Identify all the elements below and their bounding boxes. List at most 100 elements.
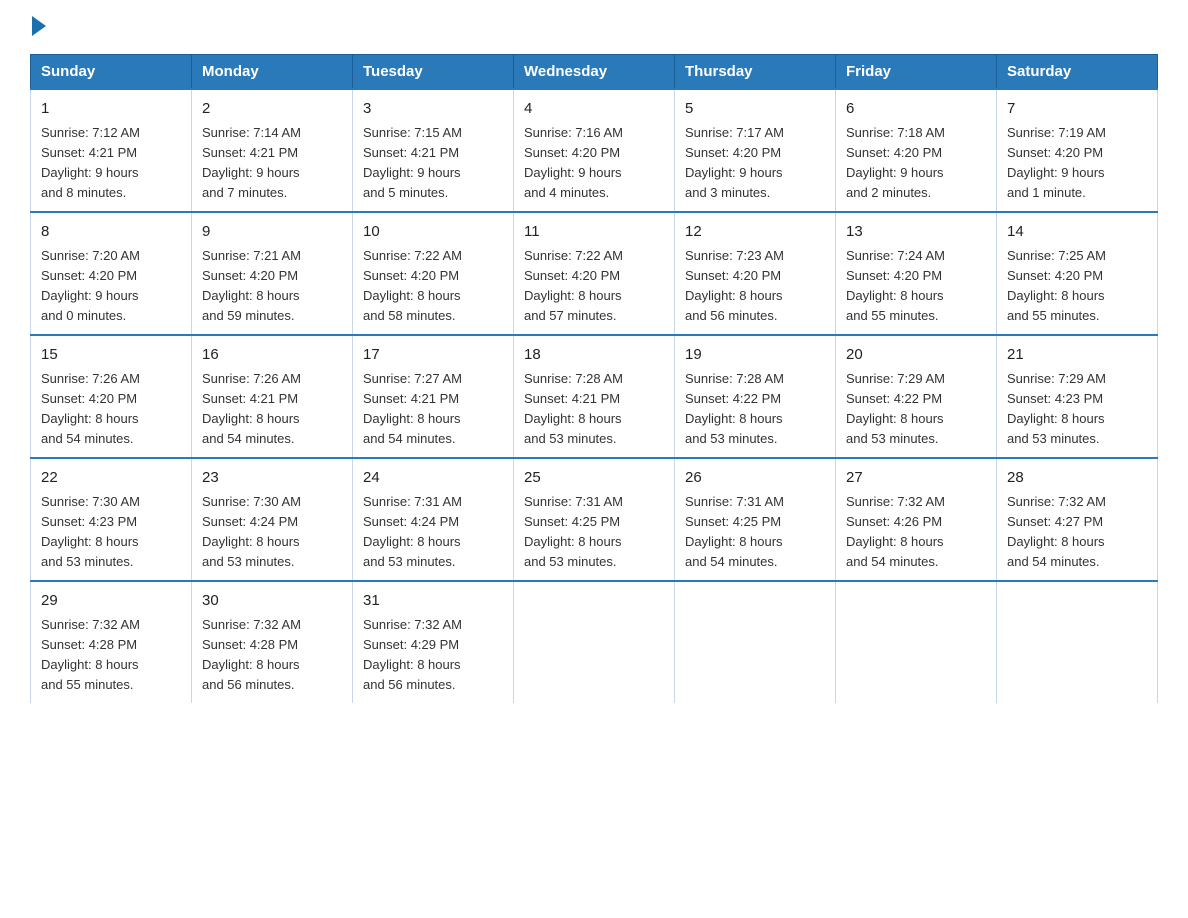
day-info: Sunrise: 7:24 AMSunset: 4:20 PMDaylight:… bbox=[846, 248, 945, 323]
week-row-3: 15 Sunrise: 7:26 AMSunset: 4:20 PMDayligh… bbox=[31, 335, 1158, 458]
day-number: 4 bbox=[524, 98, 664, 121]
day-info: Sunrise: 7:30 AMSunset: 4:23 PMDaylight:… bbox=[41, 494, 140, 569]
day-number: 21 bbox=[1007, 344, 1147, 367]
day-cell: 18 Sunrise: 7:28 AMSunset: 4:21 PMDayligh… bbox=[514, 335, 675, 458]
day-number: 1 bbox=[41, 98, 181, 121]
day-number: 10 bbox=[363, 221, 503, 244]
day-info: Sunrise: 7:25 AMSunset: 4:20 PMDaylight:… bbox=[1007, 248, 1106, 323]
day-info: Sunrise: 7:16 AMSunset: 4:20 PMDaylight:… bbox=[524, 125, 623, 200]
day-info: Sunrise: 7:32 AMSunset: 4:29 PMDaylight:… bbox=[363, 617, 462, 692]
day-cell: 28 Sunrise: 7:32 AMSunset: 4:27 PMDayligh… bbox=[997, 458, 1158, 581]
day-cell: 19Sunrise: 7:28 AMSunset: 4:22 PMDayligh… bbox=[675, 335, 836, 458]
day-cell: 8 Sunrise: 7:20 AMSunset: 4:20 PMDaylight… bbox=[31, 212, 192, 335]
day-number: 27 bbox=[846, 467, 986, 490]
day-number: 26 bbox=[685, 467, 825, 490]
day-cell: 26 Sunrise: 7:31 AMSunset: 4:25 PMDayligh… bbox=[675, 458, 836, 581]
day-info: Sunrise: 7:32 AMSunset: 4:27 PMDaylight:… bbox=[1007, 494, 1106, 569]
day-cell: 22 Sunrise: 7:30 AMSunset: 4:23 PMDayligh… bbox=[31, 458, 192, 581]
day-number: 11 bbox=[524, 221, 664, 244]
day-cell: 25 Sunrise: 7:31 AMSunset: 4:25 PMDayligh… bbox=[514, 458, 675, 581]
day-cell: 23Sunrise: 7:30 AMSunset: 4:24 PMDayligh… bbox=[192, 458, 353, 581]
day-info: Sunrise: 7:26 AMSunset: 4:20 PMDaylight:… bbox=[41, 371, 140, 446]
day-cell: 11 Sunrise: 7:22 AMSunset: 4:20 PMDayligh… bbox=[514, 212, 675, 335]
day-cell: 9 Sunrise: 7:21 AMSunset: 4:20 PMDaylight… bbox=[192, 212, 353, 335]
day-number: 17 bbox=[363, 344, 503, 367]
day-number: 16 bbox=[202, 344, 342, 367]
day-number: 22 bbox=[41, 467, 181, 490]
day-cell: 1 Sunrise: 7:12 AMSunset: 4:21 PMDaylight… bbox=[31, 89, 192, 212]
day-number: 3 bbox=[363, 98, 503, 121]
day-info: Sunrise: 7:32 AMSunset: 4:28 PMDaylight:… bbox=[41, 617, 140, 692]
day-info: Sunrise: 7:21 AMSunset: 4:20 PMDaylight:… bbox=[202, 248, 301, 323]
day-info: Sunrise: 7:26 AMSunset: 4:21 PMDaylight:… bbox=[202, 371, 301, 446]
day-number: 8 bbox=[41, 221, 181, 244]
header-row: SundayMondayTuesdayWednesdayThursdayFrid… bbox=[31, 55, 1158, 90]
header-cell-saturday: Saturday bbox=[997, 55, 1158, 90]
day-info: Sunrise: 7:19 AMSunset: 4:20 PMDaylight:… bbox=[1007, 125, 1106, 200]
day-number: 15 bbox=[41, 344, 181, 367]
day-number: 29 bbox=[41, 590, 181, 613]
day-number: 31 bbox=[363, 590, 503, 613]
day-number: 14 bbox=[1007, 221, 1147, 244]
day-info: Sunrise: 7:31 AMSunset: 4:24 PMDaylight:… bbox=[363, 494, 462, 569]
day-cell: 24 Sunrise: 7:31 AMSunset: 4:24 PMDayligh… bbox=[353, 458, 514, 581]
day-info: Sunrise: 7:32 AMSunset: 4:26 PMDaylight:… bbox=[846, 494, 945, 569]
day-info: Sunrise: 7:28 AMSunset: 4:21 PMDaylight:… bbox=[524, 371, 623, 446]
day-number: 7 bbox=[1007, 98, 1147, 121]
day-info: Sunrise: 7:20 AMSunset: 4:20 PMDaylight:… bbox=[41, 248, 140, 323]
day-cell: 16 Sunrise: 7:26 AMSunset: 4:21 PMDayligh… bbox=[192, 335, 353, 458]
day-number: 12 bbox=[685, 221, 825, 244]
day-cell: 4 Sunrise: 7:16 AMSunset: 4:20 PMDaylight… bbox=[514, 89, 675, 212]
day-cell: 12Sunrise: 7:23 AMSunset: 4:20 PMDayligh… bbox=[675, 212, 836, 335]
day-cell: 29 Sunrise: 7:32 AMSunset: 4:28 PMDayligh… bbox=[31, 581, 192, 703]
day-info: Sunrise: 7:17 AMSunset: 4:20 PMDaylight:… bbox=[685, 125, 784, 200]
day-cell: 2 Sunrise: 7:14 AMSunset: 4:21 PMDaylight… bbox=[192, 89, 353, 212]
day-info: Sunrise: 7:22 AMSunset: 4:20 PMDaylight:… bbox=[524, 248, 623, 323]
day-info: Sunrise: 7:14 AMSunset: 4:21 PMDaylight:… bbox=[202, 125, 301, 200]
day-number: 2 bbox=[202, 98, 342, 121]
header-cell-wednesday: Wednesday bbox=[514, 55, 675, 90]
day-cell: 13 Sunrise: 7:24 AMSunset: 4:20 PMDayligh… bbox=[836, 212, 997, 335]
page-header bbox=[30, 20, 1158, 36]
day-number: 24 bbox=[363, 467, 503, 490]
week-row-5: 29 Sunrise: 7:32 AMSunset: 4:28 PMDayligh… bbox=[31, 581, 1158, 703]
day-info: Sunrise: 7:31 AMSunset: 4:25 PMDaylight:… bbox=[685, 494, 784, 569]
day-info: Sunrise: 7:15 AMSunset: 4:21 PMDaylight:… bbox=[363, 125, 462, 200]
day-cell: 17Sunrise: 7:27 AMSunset: 4:21 PMDayligh… bbox=[353, 335, 514, 458]
day-cell: 7 Sunrise: 7:19 AMSunset: 4:20 PMDaylight… bbox=[997, 89, 1158, 212]
day-cell: 5 Sunrise: 7:17 AMSunset: 4:20 PMDaylight… bbox=[675, 89, 836, 212]
day-info: Sunrise: 7:12 AMSunset: 4:21 PMDaylight:… bbox=[41, 125, 140, 200]
day-cell: 10Sunrise: 7:22 AMSunset: 4:20 PMDayligh… bbox=[353, 212, 514, 335]
day-cell bbox=[514, 581, 675, 703]
day-info: Sunrise: 7:32 AMSunset: 4:28 PMDaylight:… bbox=[202, 617, 301, 692]
day-number: 25 bbox=[524, 467, 664, 490]
day-number: 13 bbox=[846, 221, 986, 244]
day-cell: 27 Sunrise: 7:32 AMSunset: 4:26 PMDayligh… bbox=[836, 458, 997, 581]
day-cell: 31 Sunrise: 7:32 AMSunset: 4:29 PMDayligh… bbox=[353, 581, 514, 703]
day-info: Sunrise: 7:29 AMSunset: 4:22 PMDaylight:… bbox=[846, 371, 945, 446]
calendar-header: SundayMondayTuesdayWednesdayThursdayFrid… bbox=[31, 55, 1158, 90]
day-number: 9 bbox=[202, 221, 342, 244]
header-cell-thursday: Thursday bbox=[675, 55, 836, 90]
day-number: 20 bbox=[846, 344, 986, 367]
day-number: 18 bbox=[524, 344, 664, 367]
day-info: Sunrise: 7:30 AMSunset: 4:24 PMDaylight:… bbox=[202, 494, 301, 569]
day-info: Sunrise: 7:28 AMSunset: 4:22 PMDaylight:… bbox=[685, 371, 784, 446]
week-row-1: 1 Sunrise: 7:12 AMSunset: 4:21 PMDaylight… bbox=[31, 89, 1158, 212]
day-cell bbox=[675, 581, 836, 703]
day-cell: 3 Sunrise: 7:15 AMSunset: 4:21 PMDaylight… bbox=[353, 89, 514, 212]
day-cell: 21Sunrise: 7:29 AMSunset: 4:23 PMDayligh… bbox=[997, 335, 1158, 458]
week-row-4: 22 Sunrise: 7:30 AMSunset: 4:23 PMDayligh… bbox=[31, 458, 1158, 581]
day-cell bbox=[836, 581, 997, 703]
logo-arrow-icon bbox=[32, 16, 46, 36]
day-cell: 30Sunrise: 7:32 AMSunset: 4:28 PMDayligh… bbox=[192, 581, 353, 703]
day-cell: 15 Sunrise: 7:26 AMSunset: 4:20 PMDayligh… bbox=[31, 335, 192, 458]
logo bbox=[30, 20, 46, 36]
day-number: 28 bbox=[1007, 467, 1147, 490]
header-cell-monday: Monday bbox=[192, 55, 353, 90]
day-number: 6 bbox=[846, 98, 986, 121]
calendar-table: SundayMondayTuesdayWednesdayThursdayFrid… bbox=[30, 54, 1158, 703]
day-number: 5 bbox=[685, 98, 825, 121]
day-info: Sunrise: 7:31 AMSunset: 4:25 PMDaylight:… bbox=[524, 494, 623, 569]
header-cell-friday: Friday bbox=[836, 55, 997, 90]
